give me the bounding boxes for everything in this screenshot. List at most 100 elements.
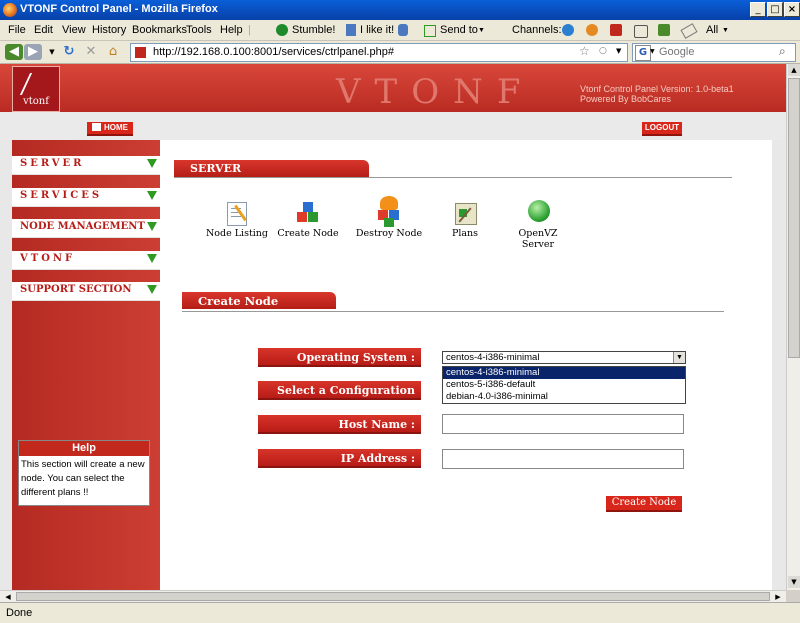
help-title: Help <box>19 441 149 456</box>
google-engine-icon[interactable]: G <box>635 45 651 61</box>
logout-button[interactable]: LOGOUT <box>642 122 682 136</box>
os-label: Operating System : <box>258 348 421 367</box>
menu-history[interactable]: History <box>92 24 126 36</box>
home-icon[interactable]: ⌂ <box>104 44 122 60</box>
engine-dropdown-icon[interactable]: ▼ <box>650 48 655 55</box>
forward-button[interactable]: ▶ <box>24 44 42 60</box>
url-text: http://192.168.0.100:8001/services/ctrlp… <box>153 46 394 58</box>
burning-cubes-icon <box>374 196 404 228</box>
stop-icon[interactable]: ✕ <box>82 44 100 60</box>
window-title: VTONF Control Panel - Mozilla Firefox <box>20 3 218 15</box>
menu-file[interactable]: File <box>8 24 26 36</box>
globe-icon[interactable] <box>562 24 574 36</box>
feed-icon[interactable]: ○ <box>599 46 607 56</box>
host-name-input[interactable] <box>442 414 684 434</box>
os-option[interactable]: debian-4.0-i386-minimal <box>443 391 685 403</box>
scroll-down-icon[interactable]: ▼ <box>788 576 800 588</box>
sidebar-item-support[interactable]: SUPPORT SECTION <box>12 282 160 301</box>
version-text: Vtonf Control Panel Version: 1.0-beta1 <box>580 84 734 94</box>
back-button[interactable]: ◀ <box>5 44 23 60</box>
sidebar-item-label: NODE MANAGEMENT <box>20 221 145 232</box>
plans-icon <box>450 200 480 228</box>
openvz-server-item[interactable]: OpenVZ Server <box>508 196 568 250</box>
os-option[interactable]: centos-5-i386-default <box>443 379 685 391</box>
create-node-item[interactable]: Create Node <box>276 200 340 239</box>
maximize-button[interactable]: □ <box>767 2 783 17</box>
vertical-scrollbar[interactable]: ▲ ▼ <box>786 64 800 590</box>
chevron-down-icon <box>147 254 157 263</box>
chevron-down-icon <box>147 191 157 200</box>
all-channels-button[interactable]: All <box>706 24 718 36</box>
menu-tools[interactable]: Tools <box>186 24 212 36</box>
section-divider <box>182 311 724 312</box>
server-section-title: SERVER <box>190 162 242 175</box>
reload-icon[interactable]: ↻ <box>60 44 78 60</box>
destroy-node-item[interactable]: Destroy Node <box>352 196 426 239</box>
scroll-thumb[interactable] <box>788 78 800 358</box>
sidebar-item-label: VTONF <box>20 253 76 264</box>
scroll-left-icon[interactable]: ◀ <box>2 592 14 602</box>
channels-label: Channels: <box>512 24 562 36</box>
tv-icon[interactable] <box>634 25 648 38</box>
menu-help[interactable]: Help <box>220 24 243 36</box>
destroy-node-label: Destroy Node <box>355 228 423 239</box>
os-option[interactable]: centos-4-i386-minimal <box>443 367 685 379</box>
url-bar[interactable]: http://192.168.0.100:8001/services/ctrlp… <box>130 43 628 62</box>
os-select[interactable]: centos-4-i386-minimal ▼ <box>442 351 686 364</box>
url-dropdown-icon[interactable]: ▼ <box>616 47 621 55</box>
logo-mark-icon <box>19 73 55 95</box>
thumb-down-icon[interactable] <box>398 24 408 36</box>
scroll-up-icon[interactable]: ▲ <box>788 64 800 76</box>
sidebar-item-server[interactable]: SERVER <box>12 156 160 175</box>
create-node-button[interactable]: Create Node <box>606 496 682 512</box>
minimize-button[interactable]: _ <box>750 2 766 17</box>
site-favicon-icon <box>135 47 146 58</box>
sidebar: SERVER SERVICES NODE MANAGEMENT VTONF SU… <box>12 140 160 590</box>
chevron-down-icon[interactable]: ▼ <box>722 27 729 34</box>
powered-by-text: Powered By BobCares <box>580 94 672 104</box>
chevron-down-icon[interactable]: ▼ <box>478 27 485 34</box>
scroll-right-icon[interactable]: ▶ <box>772 592 784 602</box>
hscroll-thumb[interactable] <box>16 592 770 601</box>
top-button-bar: HOME LOGOUT <box>0 112 786 140</box>
node-listing-label: Node Listing <box>205 228 269 239</box>
shopping-icon[interactable] <box>658 24 670 36</box>
menu-bookmarks[interactable]: Bookmarks <box>132 24 187 36</box>
send-icon <box>424 25 436 37</box>
chevron-down-icon <box>147 285 157 294</box>
home-label: HOME <box>104 123 128 132</box>
notepad-icon <box>222 200 252 228</box>
brand-title: VTONF <box>336 72 535 112</box>
create-node-label: Create Node <box>277 228 339 239</box>
bookmark-star-icon[interactable]: ☆ <box>579 44 590 58</box>
close-window-button[interactable]: × <box>784 2 800 17</box>
page-banner: vtonf VTONF Vtonf Control Panel Version:… <box>0 64 786 112</box>
history-dropdown-icon[interactable]: ▼ <box>43 44 61 60</box>
chevron-down-icon[interactable]: ▼ <box>673 352 685 363</box>
search-input[interactable] <box>659 45 773 58</box>
search-box[interactable]: G ▼ ⌕ <box>632 43 796 62</box>
ip-address-input[interactable] <box>442 449 684 469</box>
os-dropdown-list[interactable]: centos-4-i386-minimal centos-5-i386-defa… <box>442 366 686 404</box>
section-divider <box>174 177 732 178</box>
stumble-button[interactable]: Stumble! <box>292 24 335 36</box>
sidebar-item-vtonf[interactable]: VTONF <box>12 251 160 270</box>
node-listing-item[interactable]: Node Listing <box>204 200 270 239</box>
home-button[interactable]: HOME <box>87 122 133 136</box>
menu-edit[interactable]: Edit <box>34 24 53 36</box>
people-icon[interactable] <box>586 24 598 36</box>
news-icon[interactable] <box>610 24 622 36</box>
search-icon[interactable]: ⌕ <box>779 44 786 59</box>
ilike-button[interactable]: I like it! <box>360 24 394 36</box>
tag-icon[interactable] <box>680 23 698 39</box>
plans-label: Plans <box>451 228 479 239</box>
sidebar-item-node-management[interactable]: NODE MANAGEMENT <box>12 219 160 238</box>
thumb-up-icon <box>346 24 356 36</box>
separator-icon: | <box>248 24 251 36</box>
sidebar-item-services[interactable]: SERVICES <box>12 188 160 207</box>
version-info: Vtonf Control Panel Version: 1.0-beta1 P… <box>580 84 734 104</box>
menu-view[interactable]: View <box>62 24 86 36</box>
sendto-button[interactable]: Send to <box>440 24 478 36</box>
plans-item[interactable]: Plans <box>440 200 490 239</box>
vtonf-logo[interactable]: vtonf <box>12 66 60 112</box>
